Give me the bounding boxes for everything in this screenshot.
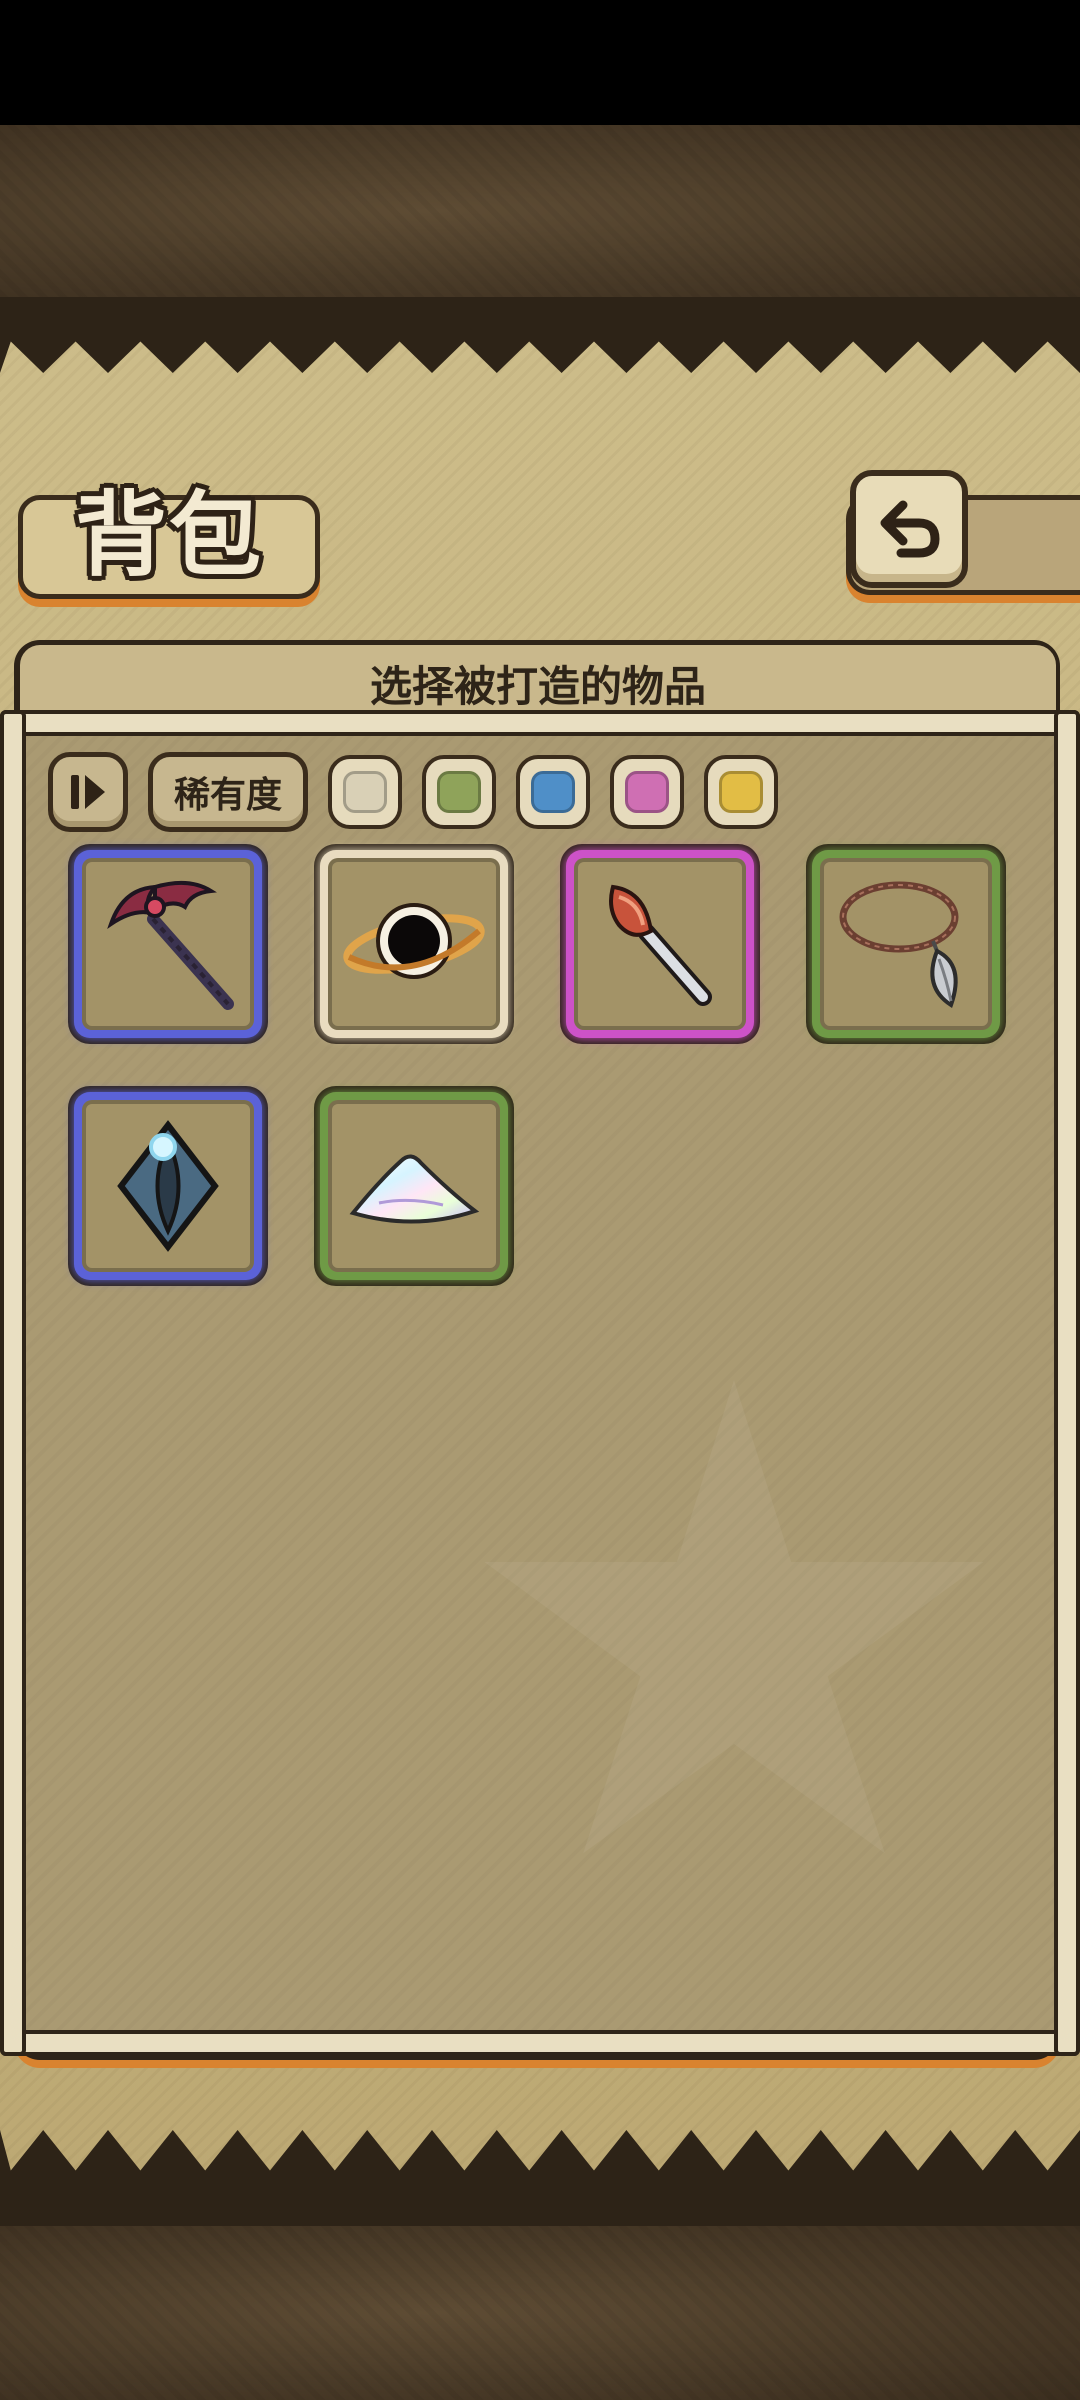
bat-wing-pickaxe-icon <box>107 880 234 1010</box>
panel-right-rail <box>1054 710 1080 2056</box>
inventory-slot-2[interactable] <box>314 844 514 1044</box>
slot-rarity-border <box>320 850 508 1038</box>
inventory-slot-1[interactable] <box>68 844 268 1044</box>
inventory-slot-4[interactable] <box>806 844 1006 1044</box>
eye-crystal-icon <box>117 1120 219 1252</box>
sort-toggle-icon <box>71 775 105 809</box>
title-plate: 背包 <box>18 481 320 599</box>
prismatic-powder-icon <box>349 1154 480 1224</box>
rarity-filter-purple[interactable] <box>610 755 684 829</box>
back-button[interactable] <box>850 470 968 588</box>
rarity-filter-green[interactable] <box>422 755 496 829</box>
leaf-necklace-icon <box>839 881 959 1009</box>
spear-tip-icon <box>609 884 712 1006</box>
rarity-filter-blue[interactable] <box>516 755 590 829</box>
black-hole-icon <box>343 903 485 979</box>
rarity-swatch-blue <box>531 771 575 813</box>
rarity-swatch-green <box>437 771 481 813</box>
slot-rarity-border <box>566 850 754 1038</box>
rarity-sort-button[interactable]: 稀有度 <box>148 752 308 832</box>
panel-left-rail <box>0 710 26 2056</box>
rarity-filter-gold[interactable] <box>704 755 778 829</box>
back-arrow-icon <box>880 500 940 558</box>
rarity-swatch-gold <box>719 771 763 813</box>
page-title: 背包 <box>74 480 263 589</box>
slot-rarity-border <box>812 850 1000 1038</box>
slot-rarity-border <box>320 1092 508 1280</box>
sort-toggle-button[interactable] <box>48 752 128 832</box>
slot-rarity-border <box>74 850 262 1038</box>
panel-bottom-rail <box>0 2030 1080 2056</box>
bottom-map-band <box>0 2220 1080 2400</box>
inventory-slot-5[interactable] <box>68 1086 268 1286</box>
rarity-swatch-purple <box>625 771 669 813</box>
rarity-filter-white[interactable] <box>328 755 402 829</box>
inventory-slot-6[interactable] <box>314 1086 514 1286</box>
status-bar <box>0 0 1080 125</box>
rarity-swatch-white <box>343 771 387 813</box>
top-map-band <box>0 125 1080 303</box>
slot-rarity-border <box>74 1092 262 1280</box>
panel-top-rail <box>0 710 1080 736</box>
inventory-slot-3[interactable] <box>560 844 760 1044</box>
